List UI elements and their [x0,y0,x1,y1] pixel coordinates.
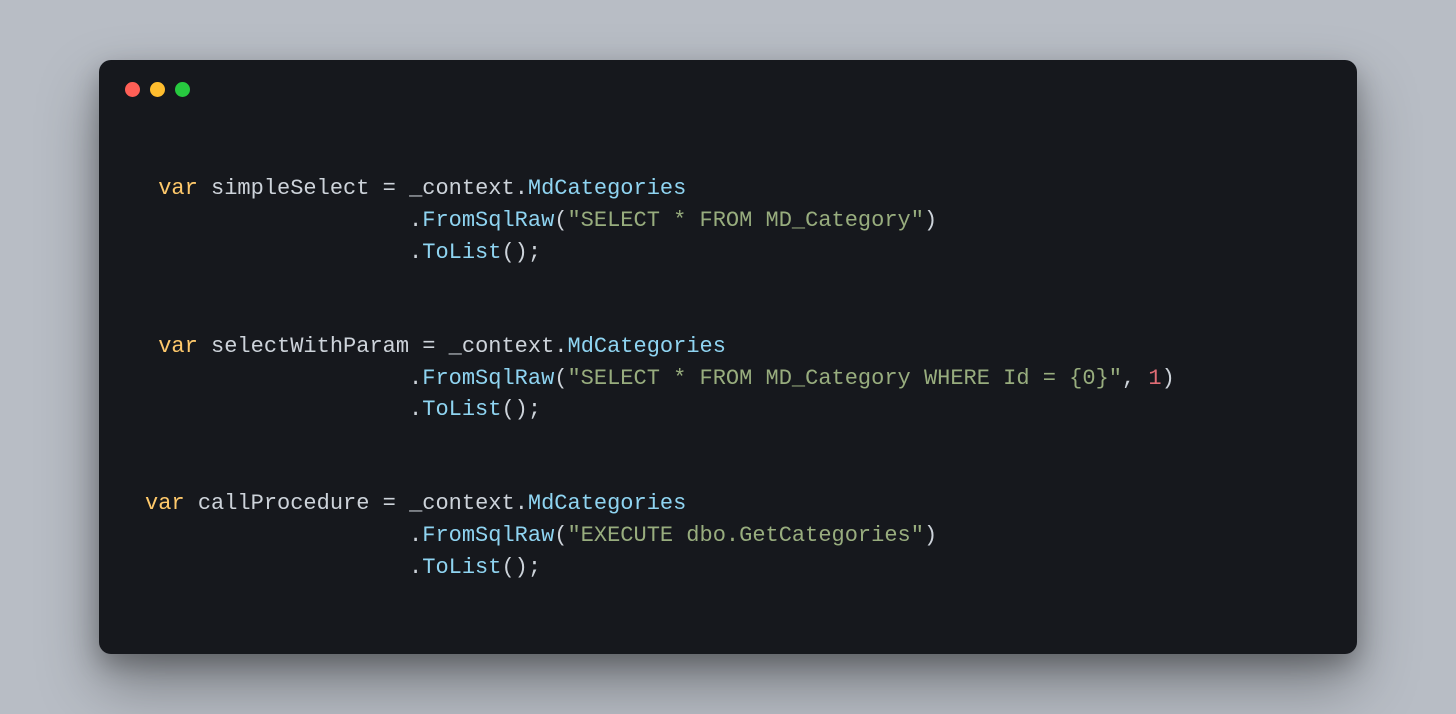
code-block: var selectWithParam = _context.MdCategor… [145,331,1311,427]
indent [145,555,409,580]
string: "SELECT * FROM MD_Category WHERE Id = {0… [567,366,1122,391]
indent [145,208,409,233]
titlebar [99,60,1357,111]
paren: ) [924,208,937,233]
variable: selectWithParam [211,334,409,359]
close-icon[interactable] [125,82,140,97]
indent [145,397,409,422]
dot: . [409,366,422,391]
variable: simpleSelect [211,176,369,201]
dot: . [409,555,422,580]
indent [145,366,409,391]
method: ToList [422,555,501,580]
variable: callProcedure [198,491,370,516]
context: _context [409,491,515,516]
context: _context [409,176,515,201]
code-window: var simpleSelect = _context.MdCategories… [99,60,1357,654]
paren: (); [501,397,541,422]
method: FromSqlRaw [422,208,554,233]
method: ToList [422,397,501,422]
paren: (); [501,555,541,580]
method: FromSqlRaw [422,366,554,391]
keyword: var [158,176,198,201]
operator: = [369,176,409,201]
indent [145,176,158,201]
dot: . [409,397,422,422]
method: FromSqlRaw [422,523,554,548]
string: "EXECUTE dbo.GetCategories" [567,523,923,548]
number: 1 [1148,366,1161,391]
operator: = [369,491,409,516]
indent [145,240,409,265]
method: ToList [422,240,501,265]
dot: . [409,208,422,233]
minimize-icon[interactable] [150,82,165,97]
paren: ( [554,523,567,548]
property: MdCategories [568,334,726,359]
paren: (); [501,240,541,265]
paren: ) [924,523,937,548]
property: MdCategories [528,491,686,516]
dot: . [554,334,567,359]
dot: . [515,176,528,201]
paren: ( [554,208,567,233]
comma: , [1122,366,1148,391]
keyword: var [145,491,185,516]
paren: ( [554,366,567,391]
keyword: var [158,334,198,359]
operator: = [409,334,449,359]
property: MdCategories [528,176,686,201]
paren: ) [1162,366,1175,391]
context: _context [449,334,555,359]
code-content: var simpleSelect = _context.MdCategories… [99,111,1357,584]
code-block: var simpleSelect = _context.MdCategories… [145,173,1311,269]
dot: . [409,523,422,548]
dot: . [409,240,422,265]
indent [145,334,158,359]
string: "SELECT * FROM MD_Category" [567,208,923,233]
code-block: var callProcedure = _context.MdCategorie… [145,488,1311,584]
maximize-icon[interactable] [175,82,190,97]
dot: . [515,491,528,516]
indent [145,523,409,548]
